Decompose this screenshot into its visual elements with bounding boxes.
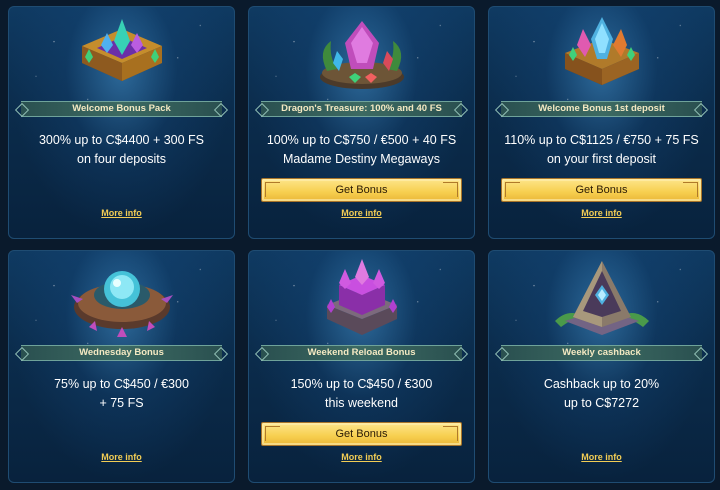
bonus-offer-text: 100% up to C$750 / €500 + 40 FS Madame D… [255, 131, 468, 169]
bonus-offer-text: 110% up to C$1125 / €750 + 75 FS on your… [495, 131, 708, 169]
bonus-title-badge: Wednesday Bonus [21, 345, 222, 361]
offer-line: 100% up to C$750 / €500 + 40 FS [266, 133, 457, 147]
offer-line: 150% up to C$450 / €300 [290, 377, 433, 391]
bonus-offer-text: Cashback up to 20% up to C$7272 [495, 375, 708, 413]
offer-line: 300% up to C$4400 + 300 FS [38, 133, 205, 147]
bonus-card-dragons-treasure: Dragon's Treasure: 100% and 40 FS 100% u… [248, 6, 475, 239]
more-info-link[interactable]: More info [101, 208, 142, 218]
more-info-wrap: More info [9, 208, 234, 218]
more-info-link[interactable]: More info [341, 452, 382, 462]
bonus-title-badge: Welcome Bonus Pack [21, 101, 222, 117]
more-info-link[interactable]: More info [341, 208, 382, 218]
gold-chest-crystals-icon [81, 19, 162, 81]
bonus-title-badge: Dragon's Treasure: 100% and 40 FS [261, 101, 462, 117]
bonus-title-badge: Weekend Reload Bonus [261, 345, 462, 361]
purple-crystal-tower-icon [326, 259, 397, 335]
bonus-offer-text: 300% up to C$4400 + 300 FS on four depos… [15, 131, 228, 169]
get-bonus-button[interactable]: Get Bonus [261, 178, 462, 202]
offer-line: + 75 FS [99, 396, 144, 410]
bonus-offer-text: 75% up to C$450 / €300 + 75 FS [15, 375, 228, 413]
bonus-card-welcome-first-deposit: Welcome Bonus 1st deposit 110% up to C$1… [488, 6, 715, 239]
offer-line: Madame Destiny Megaways [282, 152, 440, 166]
bonus-title-badge: Weekly cashback [501, 345, 702, 361]
offer-line: on four deposits [77, 152, 166, 166]
more-info-wrap: More info [249, 208, 474, 218]
more-info-wrap: More info [489, 208, 714, 218]
bonus-card-weekly-cashback: Weekly cashback Cashback up to 20% up to… [488, 250, 715, 483]
crystal-altar-icon [319, 21, 404, 89]
more-info-link[interactable]: More info [101, 452, 142, 462]
more-info-link[interactable]: More info [581, 208, 622, 218]
get-bonus-button[interactable]: Get Bonus [501, 178, 702, 202]
bonus-grid: Welcome Bonus Pack 300% up to C$4400 + 3… [8, 6, 715, 483]
more-info-wrap: More info [489, 452, 714, 462]
get-bonus-button[interactable]: Get Bonus [261, 422, 462, 446]
pyramid-gem-icon [554, 261, 649, 335]
offer-line: 75% up to C$450 / €300 [54, 377, 189, 391]
blue-orb-crown-icon [70, 271, 173, 337]
more-info-wrap: More info [9, 452, 234, 462]
bonus-offer-text: 150% up to C$450 / €300 this weekend [255, 375, 468, 413]
bonus-card-welcome-pack: Welcome Bonus Pack 300% up to C$4400 + 3… [8, 6, 235, 239]
offer-line: Cashback up to 20% [543, 377, 660, 391]
offer-line: this weekend [325, 396, 398, 410]
more-info-link[interactable]: More info [581, 452, 622, 462]
bonus-card-weekend-reload: Weekend Reload Bonus 150% up to C$450 / … [248, 250, 475, 483]
bonus-title-badge: Welcome Bonus 1st deposit [501, 101, 702, 117]
offer-line: on your first deposit [546, 152, 657, 166]
offer-line: up to C$7272 [563, 396, 640, 410]
more-info-wrap: More info [249, 452, 474, 462]
offer-line: 110% up to C$1125 / €750 + 75 FS [504, 133, 699, 147]
crystal-chest-icon [564, 17, 639, 85]
bonus-card-wednesday: Wednesday Bonus 75% up to C$450 / €300 +… [8, 250, 235, 483]
